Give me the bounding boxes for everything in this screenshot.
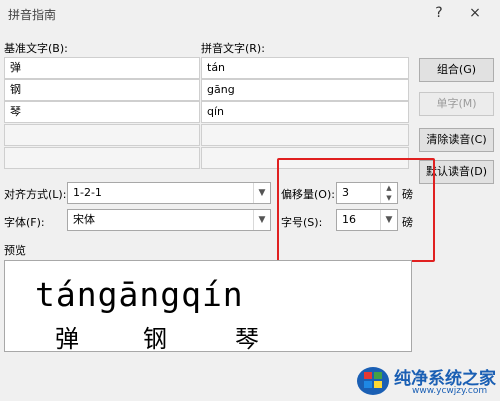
- chevron-down-icon[interactable]: ▼: [253, 210, 270, 230]
- clear-reading-button[interactable]: 清除读音(C): [419, 128, 494, 152]
- ruby-text-field-4[interactable]: [201, 124, 409, 146]
- preview-char-2: 钢: [143, 325, 167, 353]
- base-text-header: 基准文字(B):: [4, 42, 68, 55]
- font-label: 字体(F):: [4, 216, 45, 229]
- mono-button[interactable]: 单字(M): [419, 92, 494, 116]
- ruby-text-field-2[interactable]: gāng: [201, 79, 409, 101]
- alignment-select[interactable]: 1-2-1 ▼: [67, 182, 271, 204]
- windows-logo-icon: [357, 367, 389, 395]
- preview-label: 预览: [4, 244, 26, 257]
- base-text-field-3[interactable]: 琴: [4, 101, 200, 123]
- group-button[interactable]: 组合(G): [419, 58, 494, 82]
- dialog-title: 拼音指南: [8, 8, 57, 22]
- help-button[interactable]: ?: [426, 2, 452, 24]
- watermark: 纯净系统之家 www.ycwjzy.com: [352, 360, 500, 401]
- base-text-field-5[interactable]: [4, 147, 200, 169]
- base-text-field-1[interactable]: 弹: [4, 57, 200, 79]
- close-button[interactable]: ×: [462, 2, 488, 24]
- preview-pane: tángāngqín 弹 钢 琴: [4, 260, 412, 353]
- preview-ruby: tángāngqín: [35, 275, 244, 314]
- watermark-url: www.ycwjzy.com: [412, 386, 488, 396]
- highlight-box: [277, 158, 435, 262]
- ruby-text-field-3[interactable]: qín: [201, 101, 409, 123]
- ruby-text-field-1[interactable]: tán: [201, 57, 409, 79]
- preview-char-1: 弹: [55, 325, 79, 353]
- ruby-text-header: 拼音文字(R):: [201, 42, 265, 55]
- alignment-label: 对齐方式(L):: [4, 188, 67, 201]
- font-value: 宋体: [73, 213, 95, 226]
- base-text-field-2[interactable]: 钢: [4, 79, 200, 101]
- preview-char-3: 琴: [235, 325, 259, 353]
- alignment-value: 1-2-1: [73, 186, 102, 199]
- font-select[interactable]: 宋体 ▼: [67, 209, 271, 231]
- base-text-field-4[interactable]: [4, 124, 200, 146]
- chevron-down-icon[interactable]: ▼: [253, 183, 270, 203]
